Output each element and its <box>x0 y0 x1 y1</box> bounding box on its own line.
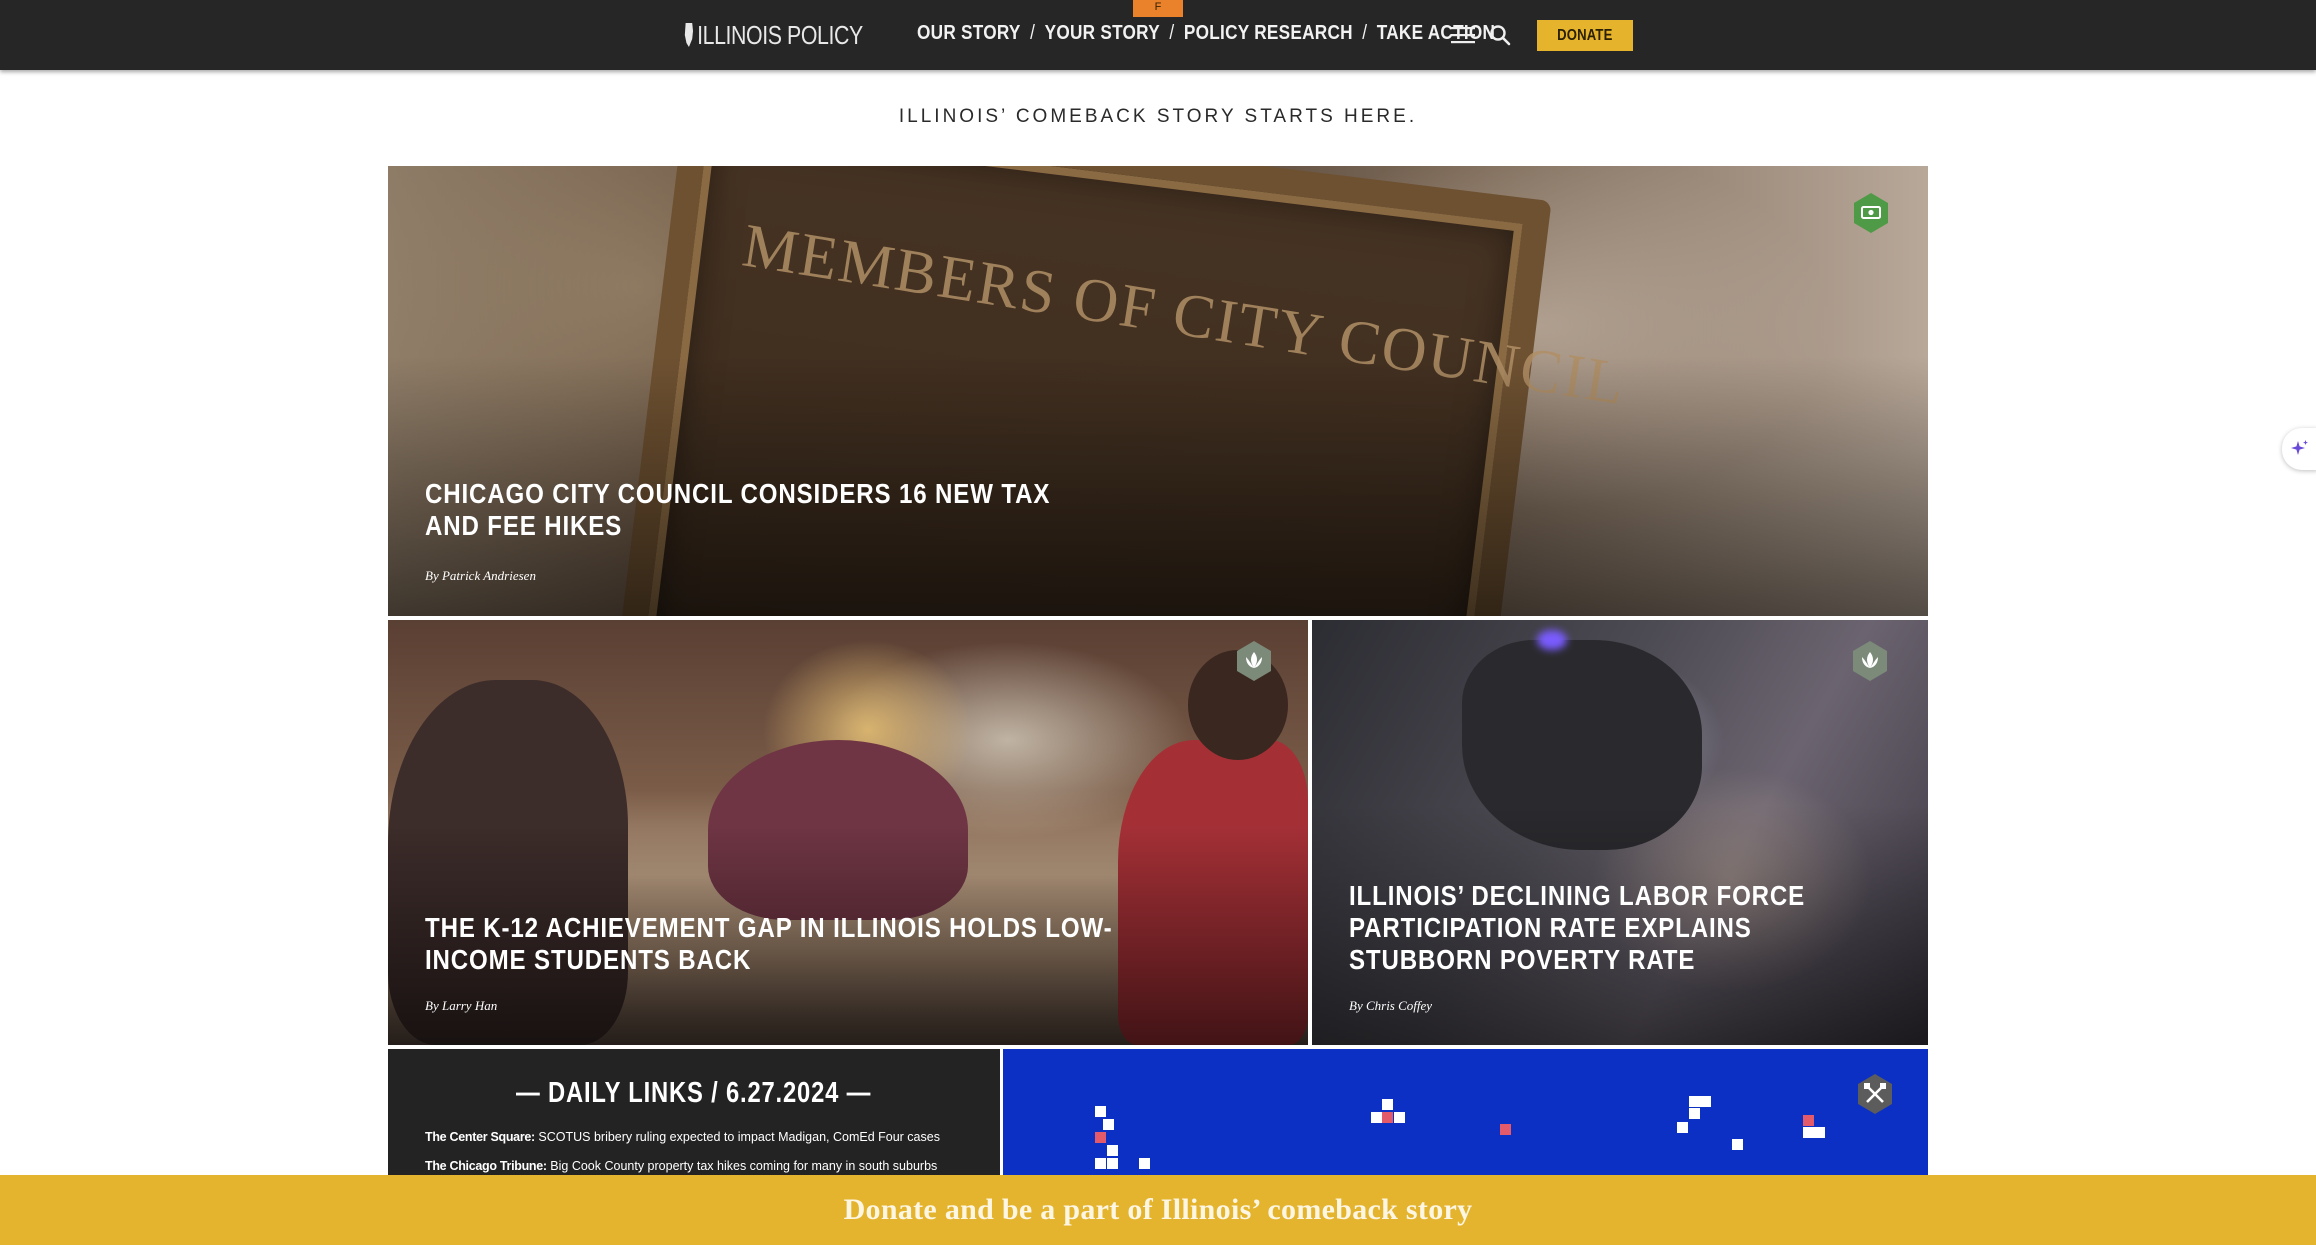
pixel-square <box>1371 1112 1382 1123</box>
search-icon[interactable] <box>1489 24 1511 46</box>
donate-button[interactable]: DONATE <box>1537 20 1633 51</box>
pixel-square <box>1803 1115 1814 1126</box>
hamburger-menu-icon[interactable] <box>1451 26 1475 44</box>
article-byline[interactable]: By Chris Coffey <box>1349 998 1432 1014</box>
pixel-square <box>1677 1122 1688 1133</box>
pixel-square <box>1732 1139 1743 1150</box>
article-title[interactable]: CHICAGO CITY COUNCIL CONSIDERS 16 NEW TA… <box>425 478 1096 542</box>
nav-link-take-action[interactable]: TAKE ACTION <box>1377 22 1495 45</box>
pixel-square <box>1103 1119 1114 1130</box>
money-icon <box>1854 193 1888 233</box>
nav-separator: / <box>1362 22 1368 44</box>
nav-separator: / <box>1030 22 1036 44</box>
pixel-square <box>1394 1112 1405 1123</box>
pixel-square <box>1689 1096 1700 1107</box>
site-tagline: ILLINOIS’ COMEBACK STORY STARTS HERE. <box>898 106 1418 127</box>
logo-text: ILLINOIS POLICY <box>697 19 863 50</box>
featured-article-card[interactable]: MEMBERS OF CITY COUNCIL CHICAGO CITY COU… <box>388 166 1928 616</box>
lotus-icon <box>1237 641 1271 681</box>
illinois-state-icon <box>684 23 694 47</box>
pixel-square <box>1095 1106 1106 1117</box>
donate-banner-text: Donate and be a part of Illinois’ comeba… <box>843 1193 1473 1226</box>
daily-link-item[interactable]: The Center Square: SCOTUS bribery ruling… <box>425 1130 940 1144</box>
donate-banner[interactable]: Donate and be a part of Illinois’ comeba… <box>0 1175 2316 1245</box>
article-card[interactable]: ILLINOIS’ DECLINING LABOR FORCE PARTICIP… <box>1312 620 1928 1045</box>
article-title[interactable]: THE K-12 ACHIEVEMENT GAP IN ILLINOIS HOL… <box>425 912 1113 976</box>
assistant-sparkle-button[interactable] <box>2282 428 2316 470</box>
lotus-icon <box>1853 641 1887 681</box>
daily-links-title[interactable]: — DAILY LINKS / 6.27.2024 — <box>388 1077 1000 1110</box>
pixel-square <box>1382 1099 1393 1110</box>
nav-separator: / <box>1169 22 1175 44</box>
daily-link-text: Big Cook County property tax hikes comin… <box>550 1159 938 1173</box>
photo-figure <box>1537 630 1567 650</box>
illinois-policy-logo[interactable]: ILLINOIS POLICY <box>684 19 863 51</box>
pixel-square <box>1689 1108 1700 1119</box>
nav-link-our-story[interactable]: OUR STORY <box>917 22 1021 45</box>
tools-icon <box>1858 1074 1892 1114</box>
feedback-tab[interactable]: F <box>1133 0 1183 17</box>
sparkle-icon <box>2291 440 2308 455</box>
daily-link-item[interactable]: The Chicago Tribune: Big Cook County pro… <box>425 1159 937 1173</box>
article-card[interactable]: THE K-12 ACHIEVEMENT GAP IN ILLINOIS HOL… <box>388 620 1308 1045</box>
top-navigation-bar: F ILLINOIS POLICY OUR STORY / YOUR STORY… <box>0 0 2316 70</box>
article-title[interactable]: ILLINOIS’ DECLINING LABOR FORCE PARTICIP… <box>1349 880 1831 976</box>
pixel-square <box>1095 1158 1106 1169</box>
nav-link-policy-research[interactable]: POLICY RESEARCH <box>1184 22 1353 45</box>
donate-button-label: DONATE <box>1557 26 1613 44</box>
pixel-square <box>1500 1124 1511 1135</box>
pixel-square <box>1139 1158 1150 1169</box>
article-byline[interactable]: By Larry Han <box>425 998 497 1014</box>
pixel-square <box>1095 1132 1106 1143</box>
pixel-square <box>1382 1112 1393 1123</box>
daily-link-source: The Center Square: <box>425 1130 535 1144</box>
pixel-square <box>1814 1127 1825 1138</box>
pixel-square <box>1803 1127 1814 1138</box>
pixel-square <box>1700 1096 1711 1107</box>
daily-link-text: SCOTUS bribery ruling expected to impact… <box>538 1130 940 1144</box>
primary-nav: OUR STORY / YOUR STORY / POLICY RESEARCH… <box>917 22 1495 45</box>
daily-link-source: The Chicago Tribune: <box>425 1159 547 1173</box>
pixel-square <box>1107 1145 1118 1156</box>
nav-link-your-story[interactable]: YOUR STORY <box>1045 22 1160 45</box>
article-byline[interactable]: By Patrick Andriesen <box>425 568 536 584</box>
pixel-square <box>1107 1158 1118 1169</box>
